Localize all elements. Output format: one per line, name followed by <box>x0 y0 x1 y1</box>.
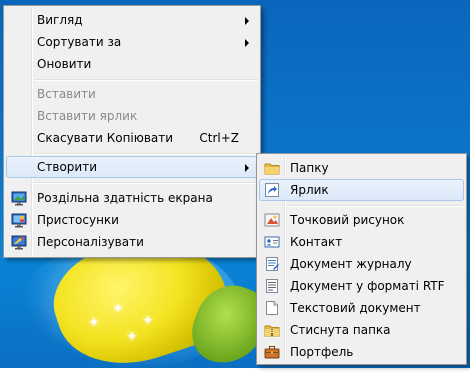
display-resolution-icon <box>11 190 27 206</box>
menu-item-label: Текстовий документ <box>290 301 421 315</box>
new-submenu: Папку Ярлик Точковий рисунок Контакт Док… <box>256 153 467 365</box>
submenu-item-contact[interactable]: Контакт <box>259 231 464 253</box>
submenu-item-folder[interactable]: Папку <box>259 157 464 179</box>
menu-item-label: Сортувати за <box>37 35 122 49</box>
submenu-item-compressed-folder[interactable]: Стиснута папка <box>259 319 464 341</box>
menu-separator <box>287 205 464 207</box>
menu-item-shortcut: Ctrl+Z <box>199 131 239 145</box>
menu-item-label: Документ журналу <box>290 257 412 271</box>
menu-item-label: Вставити <box>37 87 96 101</box>
menu-item-label: Персоналізувати <box>37 235 144 249</box>
submenu-item-journal-document[interactable]: Документ журналу <box>259 253 464 275</box>
personalize-icon <box>11 234 27 250</box>
menu-item-label: Створити <box>37 160 97 174</box>
menu-item-label: Стиснута папка <box>290 323 391 337</box>
rtf-document-icon <box>264 278 280 294</box>
text-document-icon <box>264 300 280 316</box>
wallpaper-sparkle: ✦ <box>126 329 138 345</box>
submenu-arrow-icon <box>245 39 249 47</box>
submenu-arrow-icon <box>245 17 249 25</box>
wallpaper-sparkle: ✦ <box>112 301 124 317</box>
shortcut-icon <box>264 182 280 198</box>
contact-icon <box>264 234 280 250</box>
menu-item-label: Портфель <box>290 345 354 359</box>
menu-item-label: Ярлик <box>290 183 329 197</box>
menu-item-paste-shortcut[interactable]: Вставити ярлик <box>6 105 258 127</box>
briefcase-icon <box>264 344 280 360</box>
journal-document-icon <box>264 256 280 272</box>
menu-item-paste[interactable]: Вставити <box>6 83 258 105</box>
menu-item-screen-resolution[interactable]: Роздільна здатність екрана <box>6 187 258 209</box>
menu-item-undo-copy[interactable]: Скасувати Копіювати Ctrl+Z <box>6 127 258 149</box>
gadgets-icon <box>11 212 27 228</box>
menu-item-label: Пристосунки <box>37 213 119 227</box>
wallpaper-sparkle: ✦ <box>142 313 154 329</box>
menu-item-label: Роздільна здатність екрана <box>37 191 213 205</box>
submenu-item-rtf-document[interactable]: Документ у форматі RTF <box>259 275 464 297</box>
bitmap-icon <box>264 212 280 228</box>
wallpaper-sparkle: ✦ <box>88 315 100 331</box>
menu-separator <box>34 79 258 81</box>
submenu-item-bitmap[interactable]: Точковий рисунок <box>259 209 464 231</box>
menu-item-label: Папку <box>290 161 329 175</box>
submenu-item-briefcase[interactable]: Портфель <box>259 341 464 363</box>
menu-item-label: Вигляд <box>37 13 83 27</box>
menu-item-sort-by[interactable]: Сортувати за <box>6 31 258 53</box>
menu-separator <box>34 153 258 155</box>
submenu-item-shortcut[interactable]: Ярлик <box>259 179 464 201</box>
menu-separator <box>34 182 258 184</box>
menu-item-label: Скасувати Копіювати <box>37 131 174 145</box>
menu-item-label: Вставити ярлик <box>37 109 138 123</box>
menu-item-label: Точковий рисунок <box>290 213 405 227</box>
menu-item-label: Контакт <box>290 235 343 249</box>
menu-item-new[interactable]: Створити <box>6 156 258 178</box>
menu-item-view[interactable]: Вигляд <box>6 9 258 31</box>
menu-item-gadgets[interactable]: Пристосунки <box>6 209 258 231</box>
submenu-arrow-icon <box>245 164 249 172</box>
zip-folder-icon <box>264 322 280 338</box>
menu-item-personalize[interactable]: Персоналізувати <box>6 231 258 253</box>
folder-icon <box>264 160 280 176</box>
submenu-item-text-document[interactable]: Текстовий документ <box>259 297 464 319</box>
desktop-context-menu: Вигляд Сортувати за Оновити Вставити Вст… <box>3 5 261 258</box>
menu-item-label: Документ у форматі RTF <box>290 279 445 293</box>
menu-item-label: Оновити <box>37 57 92 71</box>
menu-item-refresh[interactable]: Оновити <box>6 53 258 75</box>
